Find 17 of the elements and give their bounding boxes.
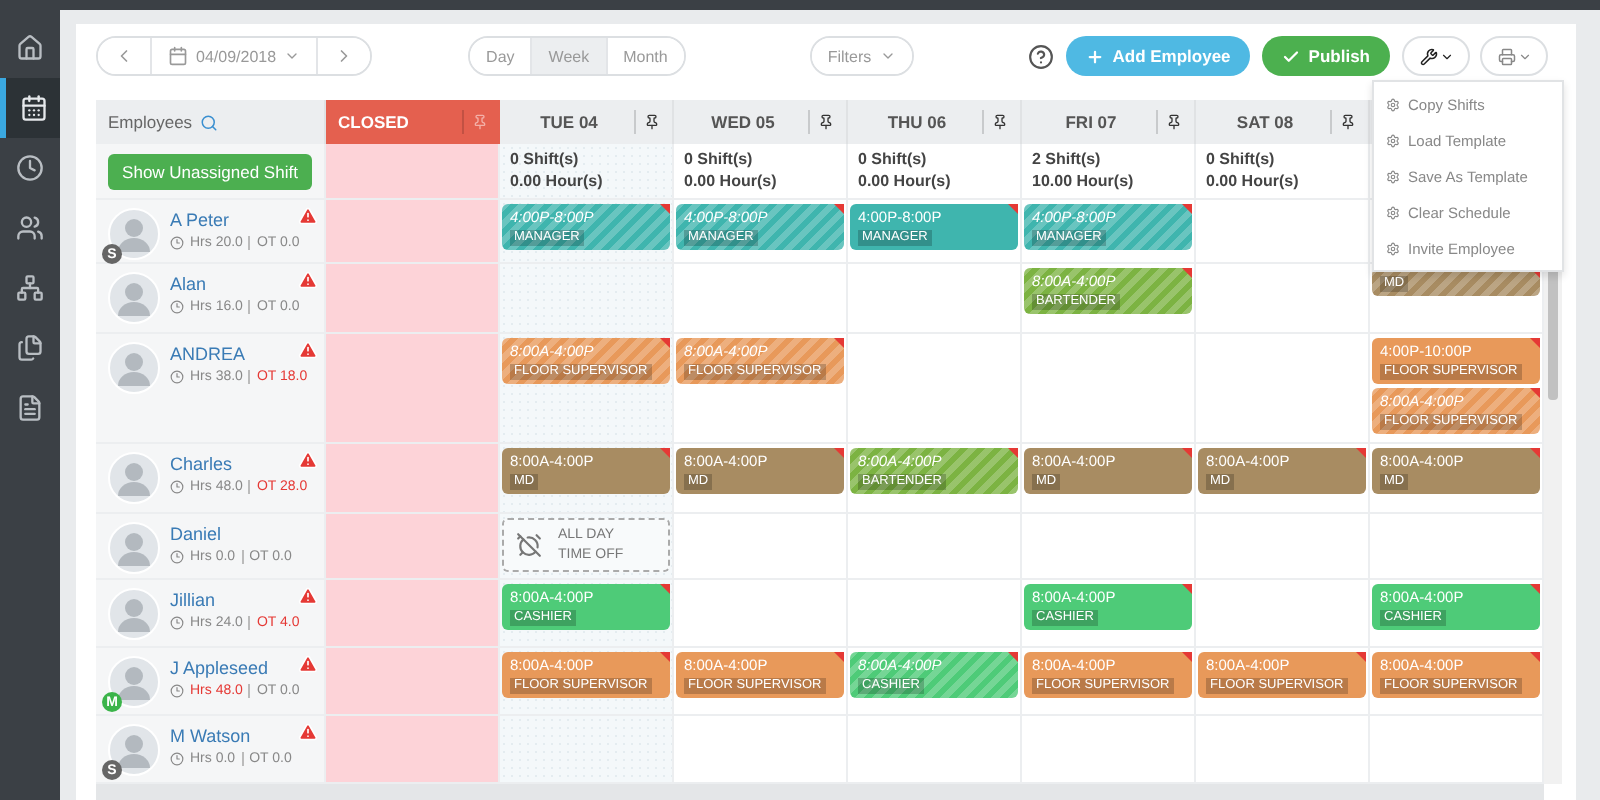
day-label: THU 06 — [885, 112, 949, 132]
shift-count: 0 Shift(s) — [858, 150, 929, 168]
hour-count: 0.00 Hour(s) — [858, 172, 953, 190]
hour-count: 0.00 Hour(s) — [1206, 172, 1301, 190]
shift-count: 0 Shift(s) — [684, 150, 755, 168]
shift-count: 2 Shift(s) — [1032, 150, 1103, 168]
day-label: SAT 08 — [1234, 112, 1296, 132]
day-label: TUE 04 — [538, 112, 600, 132]
shift-count: 0 Shift(s) — [510, 150, 581, 168]
hour-count: 0.00 Hour(s) — [684, 172, 779, 190]
closed-label: CLOSED — [338, 112, 411, 132]
day-label: FRI 07 — [1063, 112, 1119, 132]
employees-label: Employees — [108, 112, 193, 132]
hour-count: 0.00 Hour(s) — [510, 172, 605, 190]
hour-count: 10.00 Hour(s) — [1032, 172, 1136, 190]
shift-count: 0 Shift(s) — [1206, 150, 1277, 168]
day-label: WED 05 — [709, 112, 777, 132]
